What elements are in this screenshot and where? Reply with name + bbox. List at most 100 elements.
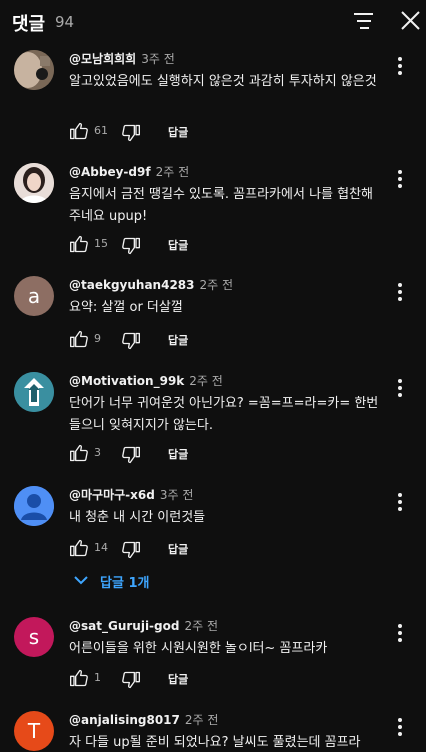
close-button[interactable] xyxy=(397,8,425,34)
comment-time: 2주 전 xyxy=(184,713,219,727)
comments-header: 댓글 94 xyxy=(0,0,426,42)
comment-text: 알고있었음에도 실행하지 않은것 과감히 투자하지 않은것 xyxy=(69,74,377,89)
thumb-up-icon xyxy=(70,444,88,462)
like-button[interactable] xyxy=(69,329,89,349)
more-options-button[interactable] xyxy=(390,620,410,646)
dislike-button[interactable] xyxy=(121,540,141,560)
reply-button[interactable]: 답글 xyxy=(168,671,188,687)
avatar[interactable]: a xyxy=(14,276,54,316)
avatar[interactable] xyxy=(14,372,54,412)
chevron-down-icon xyxy=(74,576,88,585)
thumb-down-icon xyxy=(122,446,140,464)
comment-actions: 15 답글 xyxy=(69,234,329,256)
more-options-button[interactable] xyxy=(390,489,410,515)
comment-text: 단어가 너무 귀여운것 아닌가요? =꼼=프=라=카= 한번 들으니 잊혀지지가… xyxy=(69,396,379,433)
avatar-letter: s xyxy=(28,625,40,649)
comment-actions: 3 답글 xyxy=(69,443,329,465)
comment-time: 3주 전 xyxy=(159,488,194,502)
dislike-button[interactable] xyxy=(121,236,141,256)
comment-time: 3주 전 xyxy=(141,52,175,66)
like-count: 1 xyxy=(94,671,101,684)
more-vert-icon xyxy=(398,57,402,75)
avatar-letter: a xyxy=(27,284,41,308)
reply-button[interactable]: 답글 xyxy=(168,541,188,557)
like-button[interactable] xyxy=(69,234,89,254)
like-count: 15 xyxy=(94,237,108,250)
comment-author[interactable]: @마구마구-x6d xyxy=(69,488,155,502)
avatar[interactable] xyxy=(14,50,54,90)
like-count: 61 xyxy=(94,124,108,137)
comment-actions: 61 답글 xyxy=(69,121,329,143)
comment-actions: 9 답글 xyxy=(69,329,329,351)
thumb-down-icon xyxy=(122,671,140,689)
more-options-button[interactable] xyxy=(390,166,410,192)
avatar[interactable]: s xyxy=(14,617,54,657)
like-button[interactable] xyxy=(69,668,89,688)
comment-text: 내 청춘 내 시간 이런것들 xyxy=(69,510,206,525)
thumb-up-icon xyxy=(70,122,88,140)
avatar-logo xyxy=(14,372,54,412)
comment-meta: @모남희희희 3주 전 xyxy=(69,50,175,67)
comment-text: 어른이들을 위한 시원시원한 놀ㅇl터~ 꼼프라카 xyxy=(69,641,328,656)
comment-meta: @sat_Guruji-god 2주 전 xyxy=(69,617,218,634)
thumb-down-icon xyxy=(122,124,140,142)
thumb-up-icon xyxy=(70,539,88,557)
more-options-button[interactable] xyxy=(390,279,410,305)
like-count: 3 xyxy=(94,446,101,459)
more-vert-icon xyxy=(398,170,402,188)
comment-author[interactable]: @Motivation_99k xyxy=(69,374,184,388)
comment-meta: @Motivation_99k 2주 전 xyxy=(69,372,223,389)
like-count: 14 xyxy=(94,541,108,554)
comment-author[interactable]: @Abbey-d9f xyxy=(69,165,151,179)
more-options-button[interactable] xyxy=(390,53,410,79)
sort-icon xyxy=(354,13,373,29)
page-title: 댓글 xyxy=(12,14,46,35)
dislike-button[interactable] xyxy=(121,331,141,351)
comment-text: 음지에서 금전 땡길수 있도록. 꼼프라카에서 나를 협찬해주네요 upup! xyxy=(69,187,374,224)
like-button[interactable] xyxy=(69,443,89,463)
reply-button[interactable]: 답글 xyxy=(168,237,188,253)
comment-text: 자 다들 up될 준비 되었나요? 날씨도 풀렸는데 꼼프라 xyxy=(69,735,361,750)
thumb-down-icon xyxy=(122,237,140,255)
more-vert-icon xyxy=(398,493,402,511)
comment-author[interactable]: @모남희희희 xyxy=(69,52,136,66)
avatar[interactable] xyxy=(14,486,54,526)
comment-time: 2주 전 xyxy=(199,278,234,292)
more-vert-icon xyxy=(398,283,402,301)
thumb-down-icon xyxy=(122,541,140,559)
more-options-button[interactable] xyxy=(390,375,410,401)
avatar-letter: T xyxy=(27,719,41,743)
like-button[interactable] xyxy=(69,538,89,558)
avatar-photo xyxy=(14,50,54,90)
comment-count: 94 xyxy=(55,13,75,31)
comment-time: 2주 전 xyxy=(155,165,190,179)
comment-actions: 1 답글 xyxy=(69,668,329,690)
show-replies-button[interactable]: 답글 1개 xyxy=(74,571,174,591)
reply-button[interactable]: 답글 xyxy=(168,446,188,462)
like-button[interactable] xyxy=(69,121,89,141)
comment-meta: @마구마구-x6d 3주 전 xyxy=(69,486,193,503)
comment-time: 2주 전 xyxy=(184,619,218,633)
comment-author[interactable]: @anjalising8017 xyxy=(69,713,180,727)
dislike-button[interactable] xyxy=(121,445,141,465)
more-vert-icon xyxy=(398,624,402,642)
sort-button[interactable] xyxy=(350,8,378,34)
dislike-button[interactable] xyxy=(121,670,141,690)
comment-meta: @anjalising8017 2주 전 xyxy=(69,711,218,728)
comment-time: 2주 전 xyxy=(189,374,223,388)
reply-button[interactable]: 답글 xyxy=(168,124,188,140)
comment-meta: @Abbey-d9f 2주 전 xyxy=(69,163,189,180)
dislike-button[interactable] xyxy=(121,123,141,143)
comment-author[interactable]: @taekgyuhan4283 xyxy=(69,278,195,292)
more-vert-icon xyxy=(398,379,402,397)
avatar-photo xyxy=(14,163,54,203)
comment-author[interactable]: @sat_Guruji-god xyxy=(69,619,179,633)
avatar[interactable] xyxy=(14,163,54,203)
comment-text: 요약: 살껄 or 더살껄 xyxy=(69,300,183,315)
more-options-button[interactable] xyxy=(390,714,410,740)
more-vert-icon xyxy=(398,718,402,736)
reply-button[interactable]: 답글 xyxy=(168,332,188,348)
avatar[interactable]: T xyxy=(14,711,54,751)
comment-actions: 14 답글 xyxy=(69,538,329,560)
replies-label: 답글 1개 xyxy=(100,576,150,591)
